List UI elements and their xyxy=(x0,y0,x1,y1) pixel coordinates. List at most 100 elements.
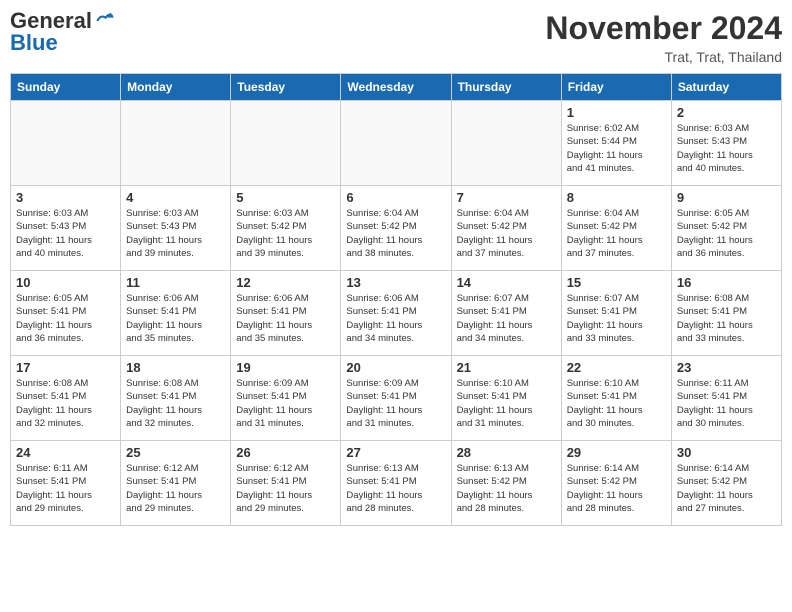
day-cell xyxy=(121,101,231,186)
day-cell: 7 Sunrise: 6:04 AMSunset: 5:42 PMDaylight… xyxy=(451,186,561,271)
day-info: Sunrise: 6:11 AMSunset: 5:41 PMDaylight:… xyxy=(16,462,115,515)
week-row-2: 3 Sunrise: 6:03 AMSunset: 5:43 PMDaylight… xyxy=(11,186,782,271)
col-header-saturday: Saturday xyxy=(671,74,781,101)
day-cell: 30 Sunrise: 6:14 AMSunset: 5:42 PMDayligh… xyxy=(671,441,781,526)
logo-blue: Blue xyxy=(10,32,114,54)
day-cell: 25Sunrise: 6:12 AMSunset: 5:41 PMDayligh… xyxy=(121,441,231,526)
day-number: 15 xyxy=(567,275,666,290)
day-number: 7 xyxy=(457,190,556,205)
day-info: Sunrise: 6:04 AMSunset: 5:42 PMDaylight:… xyxy=(457,207,556,260)
day-cell: 27 Sunrise: 6:13 AMSunset: 5:41 PMDayligh… xyxy=(341,441,451,526)
day-cell: 13 Sunrise: 6:06 AMSunset: 5:41 PMDayligh… xyxy=(341,271,451,356)
day-number: 11 xyxy=(126,275,225,290)
col-header-friday: Friday xyxy=(561,74,671,101)
day-number: 24 xyxy=(16,445,115,460)
day-cell: 19 Sunrise: 6:09 AMSunset: 5:41 PMDayligh… xyxy=(231,356,341,441)
month-title: November 2024 xyxy=(545,10,782,47)
title-area: November 2024 Trat, Trat, Thailand xyxy=(545,10,782,65)
day-info: Sunrise: 6:08 AMSunset: 5:41 PMDaylight:… xyxy=(677,292,776,345)
day-cell: 11 Sunrise: 6:06 AMSunset: 5:41 PMDayligh… xyxy=(121,271,231,356)
day-number: 30 xyxy=(677,445,776,460)
day-cell: 15 Sunrise: 6:07 AMSunset: 5:41 PMDayligh… xyxy=(561,271,671,356)
day-info: Sunrise: 6:08 AMSunset: 5:41 PMDaylight:… xyxy=(16,377,115,430)
day-info: Sunrise: 6:12 AMSunset: 5:41 PMDaylight:… xyxy=(236,462,335,515)
logo: General Blue xyxy=(10,10,114,54)
day-cell: 2Sunrise: 6:03 AMSunset: 5:43 PMDaylight… xyxy=(671,101,781,186)
day-cell xyxy=(451,101,561,186)
day-cell: 28 Sunrise: 6:13 AMSunset: 5:42 PMDayligh… xyxy=(451,441,561,526)
day-cell xyxy=(341,101,451,186)
logo-icon xyxy=(94,11,114,31)
day-number: 29 xyxy=(567,445,666,460)
day-info: Sunrise: 6:08 AMSunset: 5:41 PMDaylight:… xyxy=(126,377,225,430)
day-number: 19 xyxy=(236,360,335,375)
day-cell: 16 Sunrise: 6:08 AMSunset: 5:41 PMDayligh… xyxy=(671,271,781,356)
day-info: Sunrise: 6:02 AMSunset: 5:44 PMDaylight:… xyxy=(567,122,666,175)
week-row-1: 1 Sunrise: 6:02 AMSunset: 5:44 PMDaylight… xyxy=(11,101,782,186)
day-info: Sunrise: 6:03 AMSunset: 5:43 PMDaylight:… xyxy=(16,207,115,260)
day-info: Sunrise: 6:10 AMSunset: 5:41 PMDaylight:… xyxy=(457,377,556,430)
col-header-thursday: Thursday xyxy=(451,74,561,101)
day-info: Sunrise: 6:13 AMSunset: 5:42 PMDaylight:… xyxy=(457,462,556,515)
day-number: 16 xyxy=(677,275,776,290)
day-info: Sunrise: 6:10 AMSunset: 5:41 PMDaylight:… xyxy=(567,377,666,430)
day-info: Sunrise: 6:13 AMSunset: 5:41 PMDaylight:… xyxy=(346,462,445,515)
week-row-4: 17Sunrise: 6:08 AMSunset: 5:41 PMDayligh… xyxy=(11,356,782,441)
day-info: Sunrise: 6:03 AMSunset: 5:42 PMDaylight:… xyxy=(236,207,335,260)
day-cell: 29 Sunrise: 6:14 AMSunset: 5:42 PMDayligh… xyxy=(561,441,671,526)
day-number: 2 xyxy=(677,105,776,120)
day-info: Sunrise: 6:05 AMSunset: 5:42 PMDaylight:… xyxy=(677,207,776,260)
day-number: 18 xyxy=(126,360,225,375)
day-info: Sunrise: 6:06 AMSunset: 5:41 PMDaylight:… xyxy=(346,292,445,345)
day-info: Sunrise: 6:11 AMSunset: 5:41 PMDaylight:… xyxy=(677,377,776,430)
col-header-monday: Monday xyxy=(121,74,231,101)
day-cell: 6Sunrise: 6:04 AMSunset: 5:42 PMDaylight… xyxy=(341,186,451,271)
day-cell: 12 Sunrise: 6:06 AMSunset: 5:41 PMDayligh… xyxy=(231,271,341,356)
day-number: 27 xyxy=(346,445,445,460)
week-row-3: 10 Sunrise: 6:05 AMSunset: 5:41 PMDayligh… xyxy=(11,271,782,356)
day-cell: 4Sunrise: 6:03 AMSunset: 5:43 PMDaylight… xyxy=(121,186,231,271)
day-cell: 20Sunrise: 6:09 AMSunset: 5:41 PMDayligh… xyxy=(341,356,451,441)
day-cell: 18 Sunrise: 6:08 AMSunset: 5:41 PMDayligh… xyxy=(121,356,231,441)
day-info: Sunrise: 6:09 AMSunset: 5:41 PMDaylight:… xyxy=(236,377,335,430)
day-number: 10 xyxy=(16,275,115,290)
day-cell: 23 Sunrise: 6:11 AMSunset: 5:41 PMDayligh… xyxy=(671,356,781,441)
day-info: Sunrise: 6:14 AMSunset: 5:42 PMDaylight:… xyxy=(677,462,776,515)
day-cell: 17Sunrise: 6:08 AMSunset: 5:41 PMDayligh… xyxy=(11,356,121,441)
day-number: 22 xyxy=(567,360,666,375)
day-number: 23 xyxy=(677,360,776,375)
day-cell: 24 Sunrise: 6:11 AMSunset: 5:41 PMDayligh… xyxy=(11,441,121,526)
day-number: 3 xyxy=(16,190,115,205)
day-info: Sunrise: 6:07 AMSunset: 5:41 PMDaylight:… xyxy=(567,292,666,345)
day-cell: 14Sunrise: 6:07 AMSunset: 5:41 PMDayligh… xyxy=(451,271,561,356)
day-cell: 21 Sunrise: 6:10 AMSunset: 5:41 PMDayligh… xyxy=(451,356,561,441)
day-number: 25 xyxy=(126,445,225,460)
header-row: SundayMondayTuesdayWednesdayThursdayFrid… xyxy=(11,74,782,101)
day-number: 4 xyxy=(126,190,225,205)
day-number: 5 xyxy=(236,190,335,205)
day-number: 28 xyxy=(457,445,556,460)
location-title: Trat, Trat, Thailand xyxy=(545,49,782,65)
day-number: 21 xyxy=(457,360,556,375)
day-cell: 3 Sunrise: 6:03 AMSunset: 5:43 PMDaylight… xyxy=(11,186,121,271)
day-number: 8 xyxy=(567,190,666,205)
day-number: 12 xyxy=(236,275,335,290)
day-cell: 26 Sunrise: 6:12 AMSunset: 5:41 PMDayligh… xyxy=(231,441,341,526)
day-number: 6 xyxy=(346,190,445,205)
day-number: 26 xyxy=(236,445,335,460)
day-info: Sunrise: 6:09 AMSunset: 5:41 PMDaylight:… xyxy=(346,377,445,430)
day-cell xyxy=(231,101,341,186)
day-cell: 10 Sunrise: 6:05 AMSunset: 5:41 PMDayligh… xyxy=(11,271,121,356)
day-info: Sunrise: 6:14 AMSunset: 5:42 PMDaylight:… xyxy=(567,462,666,515)
day-info: Sunrise: 6:06 AMSunset: 5:41 PMDaylight:… xyxy=(126,292,225,345)
calendar-table: SundayMondayTuesdayWednesdayThursdayFrid… xyxy=(10,73,782,526)
day-cell: 9Sunrise: 6:05 AMSunset: 5:42 PMDaylight… xyxy=(671,186,781,271)
day-number: 13 xyxy=(346,275,445,290)
day-info: Sunrise: 6:05 AMSunset: 5:41 PMDaylight:… xyxy=(16,292,115,345)
logo-general: General xyxy=(10,10,92,32)
day-cell xyxy=(11,101,121,186)
day-info: Sunrise: 6:06 AMSunset: 5:41 PMDaylight:… xyxy=(236,292,335,345)
day-cell: 5 Sunrise: 6:03 AMSunset: 5:42 PMDaylight… xyxy=(231,186,341,271)
day-number: 1 xyxy=(567,105,666,120)
col-header-wednesday: Wednesday xyxy=(341,74,451,101)
